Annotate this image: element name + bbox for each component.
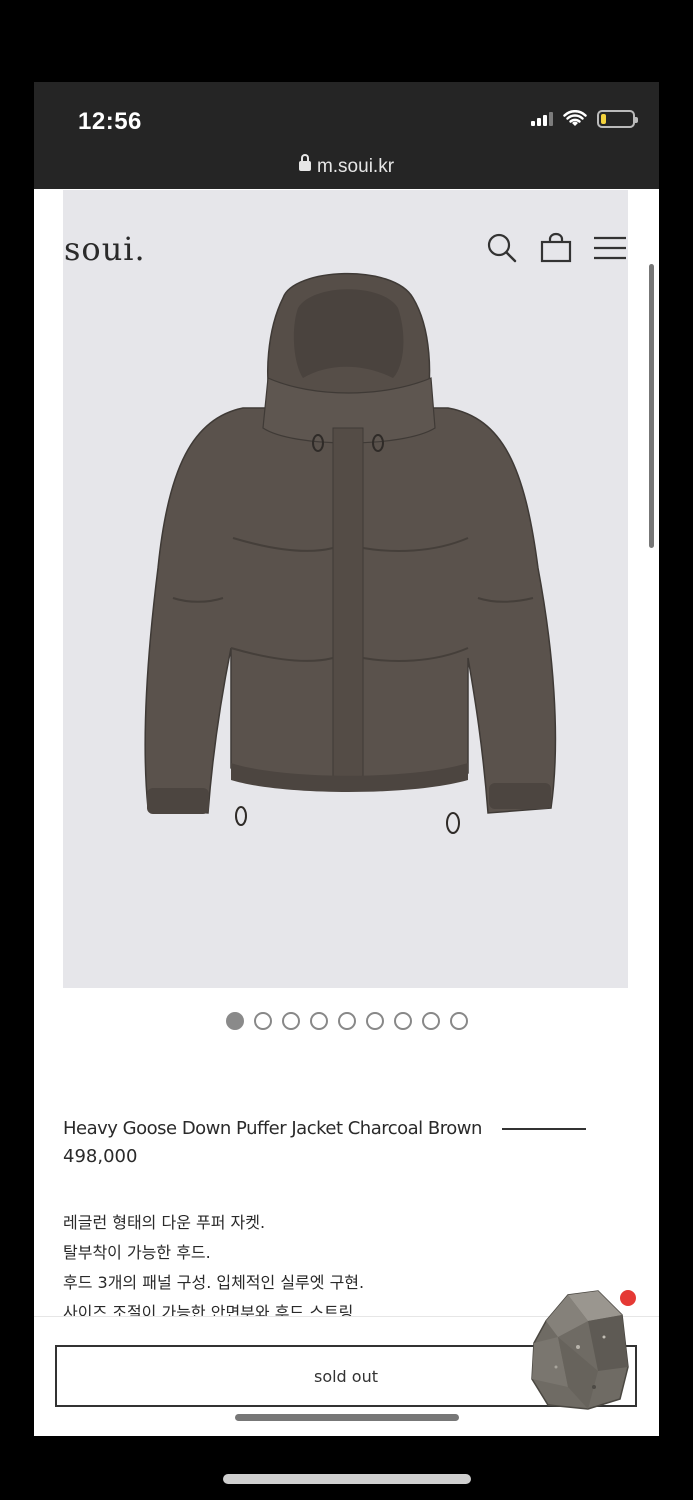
product-description: 레글런 형태의 다운 푸퍼 자켓. 탈부착이 가능한 후드. 후드 3개의 패널…	[63, 1208, 563, 1328]
header-icons	[486, 232, 626, 264]
url-text: m.soui.kr	[316, 156, 395, 177]
floating-rock-image[interactable]	[528, 1287, 632, 1411]
carousel-dot[interactable]	[309, 1012, 328, 1030]
bag-icon[interactable]	[540, 232, 572, 264]
phone-screen: 12:56 m.soui.kr soui. Heavy Goose Down P…	[34, 82, 659, 1436]
status-bar: 12:56 m.soui.kr	[34, 82, 659, 189]
battery-icon	[597, 110, 638, 128]
address-bar[interactable]: m.soui.kr	[34, 154, 659, 178]
carousel-dot[interactable]	[281, 1012, 300, 1030]
description-line: 레글런 형태의 다운 푸퍼 자켓.	[63, 1213, 266, 1232]
scrollbar[interactable]	[649, 264, 654, 548]
carousel-indicators	[34, 1012, 659, 1030]
search-icon[interactable]	[486, 232, 518, 264]
lock-icon	[298, 154, 311, 171]
carousel-dot[interactable]	[365, 1012, 384, 1030]
product-price: 498,000	[63, 1146, 138, 1167]
signal-icon	[531, 112, 553, 126]
divider-line	[502, 1128, 586, 1130]
carousel-dot[interactable]	[225, 1012, 244, 1030]
browser-home-indicator	[235, 1414, 459, 1421]
home-indicator[interactable]	[223, 1474, 471, 1484]
product-image-jacket	[144, 272, 557, 834]
carousel-dot[interactable]	[393, 1012, 412, 1030]
status-time: 12:56	[78, 108, 142, 135]
status-icons	[531, 110, 638, 128]
description-line: 후드 3개의 패널 구성. 입체적인 실루엣 구현.	[63, 1273, 365, 1292]
product-image-carousel[interactable]: soui.	[63, 190, 628, 988]
brand-logo[interactable]: soui.	[64, 230, 146, 268]
carousel-dot[interactable]	[449, 1012, 468, 1030]
carousel-dot[interactable]	[253, 1012, 272, 1030]
notification-badge	[620, 1290, 636, 1306]
description-line: 탈부착이 가능한 후드.	[63, 1243, 211, 1262]
carousel-dot[interactable]	[421, 1012, 440, 1030]
carousel-dot[interactable]	[337, 1012, 356, 1030]
product-name: Heavy Goose Down Puffer Jacket Charcoal …	[63, 1118, 482, 1139]
menu-icon[interactable]	[594, 232, 626, 264]
wifi-icon	[563, 110, 587, 126]
